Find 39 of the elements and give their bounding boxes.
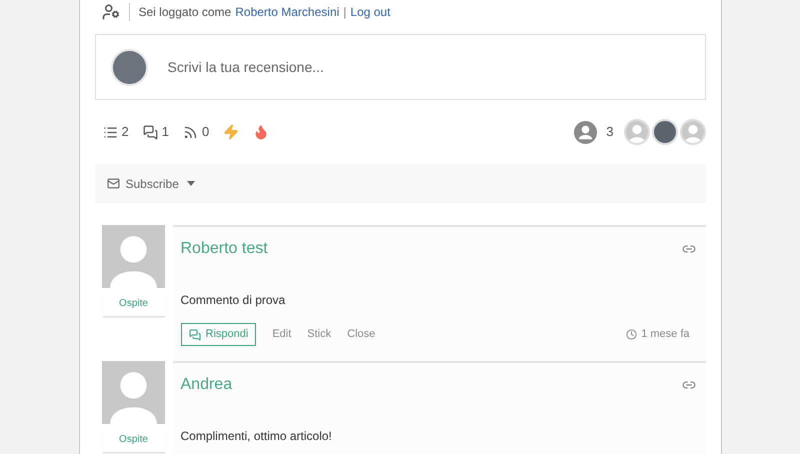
chat-icon [188, 328, 200, 340]
participant-count: 3 [606, 123, 614, 142]
comment-text: Commento di prova [180, 292, 286, 309]
review-field[interactable]: Scrivi la tua recensione... [168, 56, 704, 78]
logout-link[interactable]: Log out [350, 3, 390, 21]
comment-time: 1 mese fa [641, 327, 690, 342]
author-name[interactable]: Andrea [180, 373, 232, 397]
author-name[interactable]: Roberto test [180, 237, 268, 261]
caret-icon [186, 181, 195, 186]
lightning-icon[interactable] [223, 124, 240, 140]
flame-icon[interactable] [253, 124, 270, 140]
guest-avatar [102, 225, 165, 288]
review-box[interactable]: Scrivi la tua recensione... [94, 34, 706, 100]
subscribe-button[interactable]: Subscribe [106, 174, 195, 192]
follower-count: 0 [202, 123, 210, 142]
action-link[interactable]: Edit [272, 326, 292, 343]
thread-count: 2 [122, 123, 129, 142]
mail-icon [106, 177, 120, 190]
rss-icon [182, 124, 198, 140]
list-icon [102, 124, 118, 140]
participant-avatar[interactable] [652, 119, 678, 145]
role-label: Ospite [102, 296, 164, 317]
login-prefix: Sei loggato come [138, 4, 232, 21]
role-label: Ospite [102, 432, 164, 453]
users-icon [574, 120, 598, 144]
separator-text: | [343, 4, 346, 21]
chat-icon [142, 124, 158, 140]
reply-button[interactable]: Rispondi [180, 323, 256, 346]
reply-count: 1 [162, 123, 169, 142]
guest-avatar [626, 121, 648, 143]
comment-text: Complimenti, ottimo articolo! [180, 428, 333, 445]
action-link[interactable]: Close [347, 326, 376, 343]
guest-avatar [102, 361, 165, 424]
user-avatar [110, 48, 148, 86]
user-link[interactable]: Roberto Marchesini [235, 3, 340, 21]
guest-avatar [682, 121, 704, 143]
user-settings-icon [102, 3, 120, 21]
clock-icon [626, 329, 638, 340]
action-link[interactable]: Stick [307, 326, 332, 343]
